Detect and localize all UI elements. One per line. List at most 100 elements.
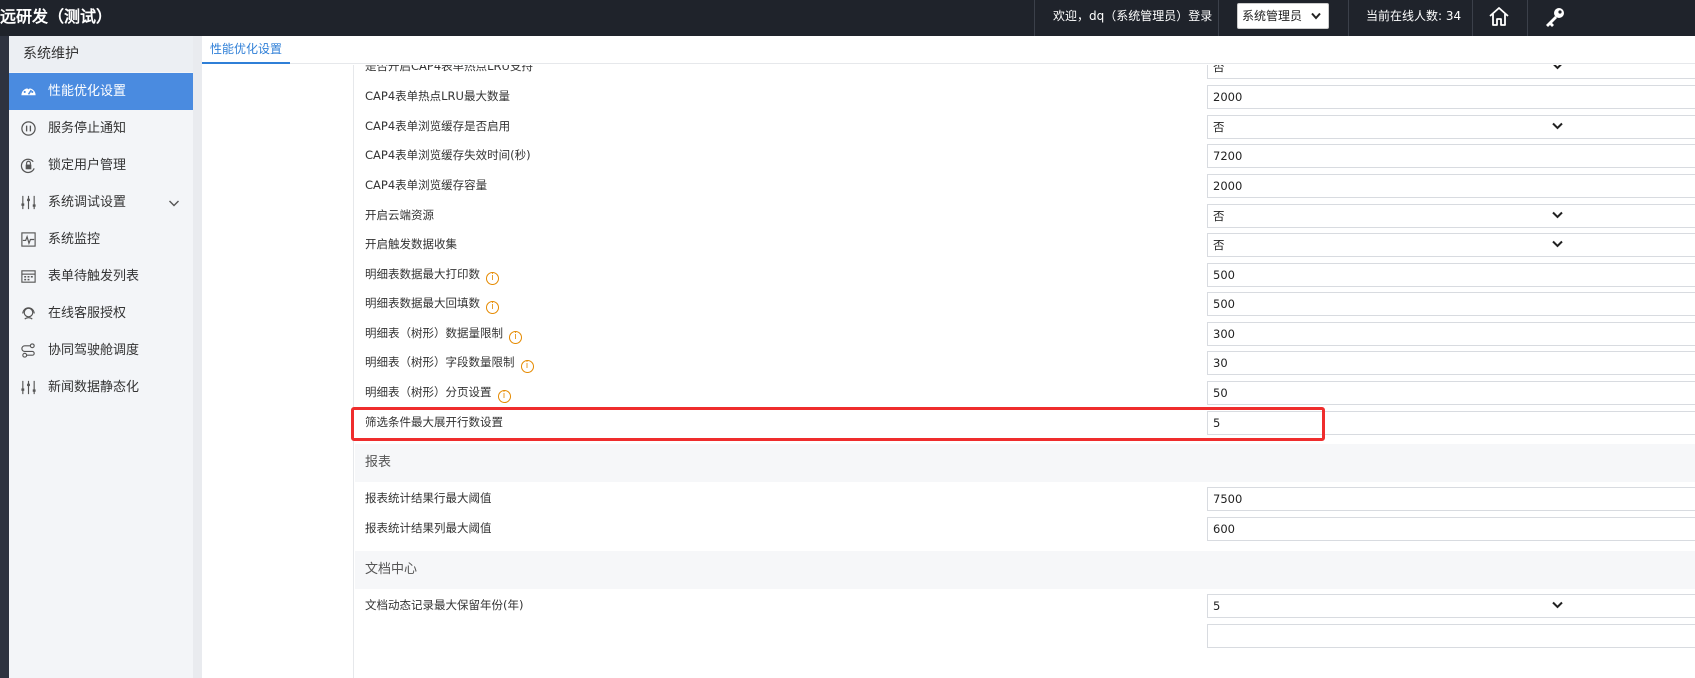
setting-select[interactable]: 否 (1207, 65, 1695, 79)
section-header-doc-center: 文档中心 (355, 551, 1695, 589)
setting-input[interactable]: 500 (1207, 263, 1695, 287)
setting-input[interactable]: 500 (1207, 292, 1695, 316)
sliders-icon (21, 195, 36, 210)
setting-input[interactable]: 7200 (1207, 144, 1695, 168)
setting-label: 开启触发数据收集 (365, 237, 457, 251)
gutter (193, 36, 202, 678)
setting-input[interactable]: 2000 (1207, 85, 1695, 109)
setting-label: CAP4表单热点LRU最大数量 (365, 89, 510, 103)
tab-bar: 性能优化设置 (202, 36, 1695, 64)
setting-row: 报表统计结果行最大阈值 7500 (355, 483, 1695, 513)
setting-row: 是否开启CAP4表单热点LRU支持 否 (355, 65, 1695, 81)
setting-row (355, 620, 1695, 650)
info-icon[interactable]: i (497, 390, 511, 403)
sidebar-item-debug-settings[interactable]: 系统调试设置 (9, 184, 193, 221)
setting-input[interactable]: 300 (1207, 322, 1695, 346)
setting-label: 明细表数据最大打印数 i (365, 259, 499, 289)
sidebar-item-locked-users[interactable]: 锁定用户管理 (9, 147, 193, 184)
setting-label: 报表统计结果行最大阈值 (365, 491, 492, 505)
setting-row: 开启触发数据收集 否 (355, 229, 1695, 259)
sidebar-item-label: 服务停止通知 (48, 121, 127, 136)
setting-label: 明细表数据最大回填数 i (365, 288, 499, 318)
chevron-down-icon (1552, 601, 1563, 609)
sidebar-item-label: 系统调试设置 (48, 195, 127, 210)
sidebar-item-form-triggers[interactable]: 表单待触发列表 (9, 258, 193, 295)
setting-label-text: 明细表（树形）数据量限制 (365, 326, 503, 340)
settings-content[interactable]: 是否开启CAP4表单热点LRU支持 否 CAP4表单热点LRU最大数量 2000… (355, 65, 1695, 678)
sidebar-item-label: 新闻数据静态化 (48, 380, 140, 395)
sidebar-title: 系统维护 (9, 36, 193, 72)
setting-label: CAP4表单浏览缓存容量 (365, 178, 488, 192)
setting-label: CAP4表单浏览缓存失效时间(秒) (365, 148, 531, 162)
flow-icon (21, 343, 35, 358)
customer-service-icon (22, 307, 35, 320)
setting-input[interactable]: 50 (1207, 381, 1695, 405)
setting-select[interactable]: 否 (1207, 115, 1695, 139)
setting-label-text: 明细表（树形）分页设置 (365, 385, 492, 399)
setting-row: 报表统计结果列最大阈值 600 (355, 513, 1695, 543)
sidebar-item-cockpit[interactable]: 协同驾驶舱调度 (9, 332, 193, 369)
welcome-text: 欢迎，dq（系统管理员）登录 (1053, 9, 1213, 23)
left-rail (0, 36, 9, 678)
setting-select[interactable]: 5 (1207, 594, 1695, 618)
divider (1348, 0, 1349, 36)
setting-label-text: 明细表（树形）字段数量限制 (365, 355, 515, 369)
select-value: 否 (1213, 209, 1225, 223)
sidebar-item-news-static[interactable]: 新闻数据静态化 (9, 369, 193, 406)
sidebar-item-label: 在线客服授权 (48, 306, 127, 321)
setting-row: 明细表（树形）字段数量限制 i 30 (355, 347, 1695, 377)
chevron-down-icon (1553, 65, 1562, 70)
divider (1527, 0, 1528, 36)
home-icon[interactable] (1487, 5, 1511, 29)
setting-row: 明细表数据最大打印数 i 500 (355, 259, 1695, 289)
sidebar-item-monitor[interactable]: 系统监控 (9, 221, 193, 258)
chevron-down-icon (1552, 122, 1563, 130)
setting-input[interactable]: 5 (1207, 411, 1695, 435)
setting-select[interactable]: 否 (1207, 204, 1695, 228)
info-icon[interactable]: i (520, 360, 534, 373)
setting-input[interactable]: 600 (1207, 517, 1695, 541)
monitor-icon (21, 232, 36, 247)
app-title: 远研发（测试） (0, 7, 113, 26)
divider (1034, 0, 1035, 36)
sidebar-item-performance[interactable]: 性能优化设置 (9, 73, 193, 110)
setting-row: CAP4表单热点LRU最大数量 2000 (355, 81, 1695, 111)
top-bar: 远研发（测试） 欢迎，dq（系统管理员）登录 系统管理员 当前在线人数: 34 (0, 0, 1695, 36)
sidebar-item-online-service[interactable]: 在线客服授权 (9, 295, 193, 332)
setting-label: 筛选条件最大展开行数设置 (365, 415, 503, 429)
select-value: 否 (1213, 238, 1225, 252)
section-title: 文档中心 (365, 562, 418, 577)
setting-label: 报表统计结果列最大阈值 (365, 521, 492, 535)
sidebar-item-label: 性能优化设置 (48, 84, 127, 99)
setting-row: 明细表数据最大回填数 i 500 (355, 288, 1695, 318)
setting-row: CAP4表单浏览缓存失效时间(秒) 7200 (355, 140, 1695, 170)
secondary-pane (202, 65, 354, 678)
setting-input[interactable]: 7500 (1207, 487, 1695, 511)
main-panel: 性能优化设置 是否开启CAP4表单热点LRU支持 否 CAP4表单热点LRU最大… (202, 36, 1695, 678)
chevron-down-icon (1552, 211, 1563, 219)
chevron-down-icon (1552, 240, 1563, 248)
setting-row: 开启云端资源 否 (355, 200, 1695, 230)
sidebar-item-label: 协同驾驶舱调度 (48, 343, 140, 358)
sidebar-item-label: 锁定用户管理 (48, 158, 127, 173)
setting-label-text: 明细表数据最大打印数 (365, 267, 480, 281)
setting-select[interactable]: 否 (1207, 233, 1695, 257)
setting-label: 明细表（树形）字段数量限制 i (365, 347, 534, 377)
role-select[interactable]: 系统管理员 (1237, 3, 1329, 29)
info-icon[interactable]: i (486, 301, 499, 314)
chevron-down-icon (169, 200, 179, 207)
pause-circle-icon (21, 121, 36, 136)
sidebar-item-service-stop[interactable]: 服务停止通知 (9, 110, 193, 147)
setting-label: 开启云端资源 (365, 208, 434, 222)
info-icon[interactable]: i (486, 272, 499, 285)
divider (1218, 0, 1219, 36)
setting-input[interactable]: 30 (1207, 351, 1695, 375)
setting-row: CAP4表单浏览缓存容量 2000 (355, 170, 1695, 200)
setting-row: 明细表（树形）分页设置 i 50 (355, 377, 1695, 407)
setting-input[interactable]: 2000 (1207, 174, 1695, 198)
info-icon[interactable]: i (509, 331, 522, 344)
tab-performance-settings[interactable]: 性能优化设置 (202, 36, 291, 64)
setting-input[interactable] (1207, 624, 1695, 648)
key-icon[interactable] (1543, 5, 1567, 29)
role-select-value: 系统管理员 (1242, 9, 1303, 23)
